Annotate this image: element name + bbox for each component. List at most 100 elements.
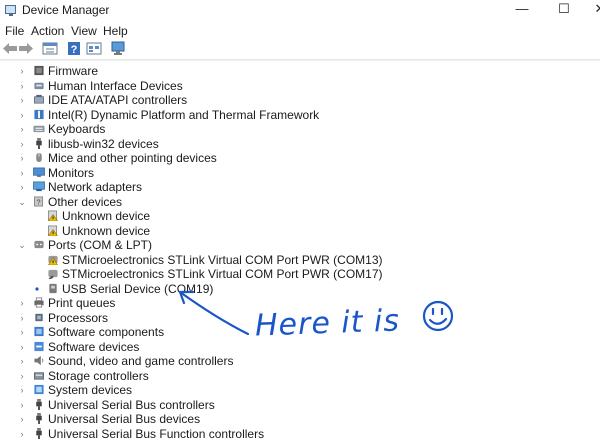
network-adapter-icon [33,181,45,192]
tree-category[interactable]: ⌄?Other devices [0,195,600,210]
menu-help[interactable]: Help [103,24,128,38]
chevron-right-icon[interactable]: › [17,181,27,193]
tree-category[interactable]: ⌄ Ports (COM & LPT) [0,238,600,253]
unknown-device-warning-icon [47,210,59,221]
processor-icon [33,312,45,323]
tree-item-label: Ports (COM & LPT) [48,238,152,252]
keyboard-icon [33,123,45,134]
chevron-right-icon[interactable]: › [17,355,27,367]
menu-bar: File Action View Help [0,21,600,39]
title-bar: Device Manager — ☐ ✕ [0,0,600,20]
storage-controller-icon [33,370,45,381]
chevron-right-icon[interactable]: › [17,123,27,135]
tree-category[interactable]: ›Sound, video and game controllers [0,354,600,369]
tree-item-label: Unknown device [62,209,150,223]
chevron-right-icon[interactable]: › [17,413,27,425]
tree-category[interactable]: › Universal Serial Bus devices [0,412,600,427]
speaker-icon [33,355,45,366]
tree-device[interactable]: Unknown device [0,224,600,239]
chevron-right-icon[interactable]: › [17,167,27,179]
forward-arrow-icon[interactable] [18,41,34,56]
tree-category[interactable]: › Firmware [0,64,600,79]
tree-category[interactable]: ›Mice and other pointing devices [0,151,600,166]
tree-item-label: Firmware [48,64,98,78]
unknown-device-warning-icon [47,225,59,236]
menu-file[interactable]: File [5,24,24,38]
tree-device[interactable]: Unknown device [0,209,600,224]
software-device-icon [33,341,45,352]
tree-item-label: Software devices [48,340,139,354]
thermal-framework-icon [33,109,45,120]
chevron-right-icon[interactable]: › [17,152,27,164]
view-icon[interactable] [86,41,102,56]
tree-category[interactable]: › IDE ATA/ATAPI controllers [0,93,600,108]
back-arrow-icon[interactable] [2,41,18,56]
tree-category[interactable]: › Intel(R) Dynamic Platform and Thermal F… [0,108,600,123]
tree-item-label: Human Interface Devices [48,79,183,93]
tree-item-label: Universal Serial Bus devices [48,412,200,426]
software-component-icon [33,326,45,337]
tree-category[interactable]: › System devices [0,383,600,398]
mouse-icon [33,152,45,163]
tree-category[interactable]: › Human Interface Devices [0,79,600,94]
tree-item-label: USB Serial Device (COM19) [62,282,213,296]
chevron-right-icon[interactable]: › [17,109,27,121]
maximize-button[interactable]: ☐ [546,0,582,20]
chevron-right-icon[interactable]: › [17,326,27,338]
tree-category[interactable]: › Network adapters [0,180,600,195]
help-icon[interactable]: ? [66,41,82,56]
chevron-right-icon[interactable]: › [17,94,27,106]
chevron-right-icon[interactable]: › [17,138,27,150]
tree-item-label: System devices [48,383,132,397]
firmware-icon [33,65,45,76]
tree-category[interactable]: › libusb-win32 devices [0,137,600,152]
svg-text:?: ? [71,44,78,56]
device-manager-app-icon [5,5,16,14]
chevron-right-icon[interactable]: › [17,399,27,411]
port-icon [33,239,45,250]
tree-item-label: IDE ATA/ATAPI controllers [48,93,187,107]
chevron-right-icon[interactable]: › [17,297,27,309]
scan-hardware-icon[interactable] [110,41,126,56]
minimize-button[interactable]: — [504,0,540,20]
device-tree: › Firmware › Human Interface Devices › IDE AT… [0,60,600,439]
tree-item-label: Monitors [48,166,94,180]
tree-category[interactable]: › Monitors [0,166,600,181]
tree-item-label: Network adapters [48,180,142,194]
com-port-icon [47,268,59,279]
tree-category[interactable]: › Universal Serial Bus controllers [0,398,600,413]
tree-item-label: STMicroelectronics STLink Virtual COM Po… [62,267,383,281]
tree-device[interactable]: STMicroelectronics STLink Virtual COM Po… [0,253,600,268]
tree-item-label: Print queues [48,296,115,310]
chevron-right-icon[interactable]: › [17,312,27,324]
chevron-right-icon[interactable]: › [17,65,27,77]
menu-action[interactable]: Action [31,24,64,38]
monitor-icon [33,167,45,178]
chevron-right-icon[interactable]: › [17,341,27,353]
tree-device[interactable]: STMicroelectronics STLink Virtual COM Po… [0,267,600,282]
tree-item-label: libusb-win32 devices [48,137,159,151]
tree-item-label: Universal Serial Bus controllers [48,398,215,412]
close-button[interactable]: ✕ [588,0,600,20]
tree-item-label: STMicroelectronics STLink Virtual COM Po… [62,253,383,267]
tree-category[interactable]: ›Universal Serial Bus Function controlle… [0,427,600,441]
printer-icon [33,297,45,308]
com-port-warning-icon [47,254,59,265]
menu-view[interactable]: View [71,24,97,38]
usb-plug-icon [33,413,45,424]
chevron-right-icon[interactable]: › [17,80,27,92]
svg-text:?: ? [37,197,41,206]
tree-category[interactable]: ›Storage controllers [0,369,600,384]
chevron-right-icon[interactable]: › [17,384,27,396]
tree-item-label: Keyboards [48,122,105,136]
tree-item-label: Intel(R) Dynamic Platform and Thermal Fr… [48,108,319,122]
tree-item-label: Universal Serial Bus Function controller… [48,427,264,441]
properties-icon[interactable] [42,41,58,56]
tree-category[interactable]: › Keyboards [0,122,600,137]
chevron-down-icon[interactable]: ⌄ [17,196,27,208]
toolbar: ? [0,39,600,60]
tree-device[interactable]: USB Serial Device (COM19) [0,282,600,297]
window-title: Device Manager [22,3,109,17]
chevron-down-icon[interactable]: ⌄ [17,239,27,251]
chevron-right-icon[interactable]: › [17,370,27,382]
